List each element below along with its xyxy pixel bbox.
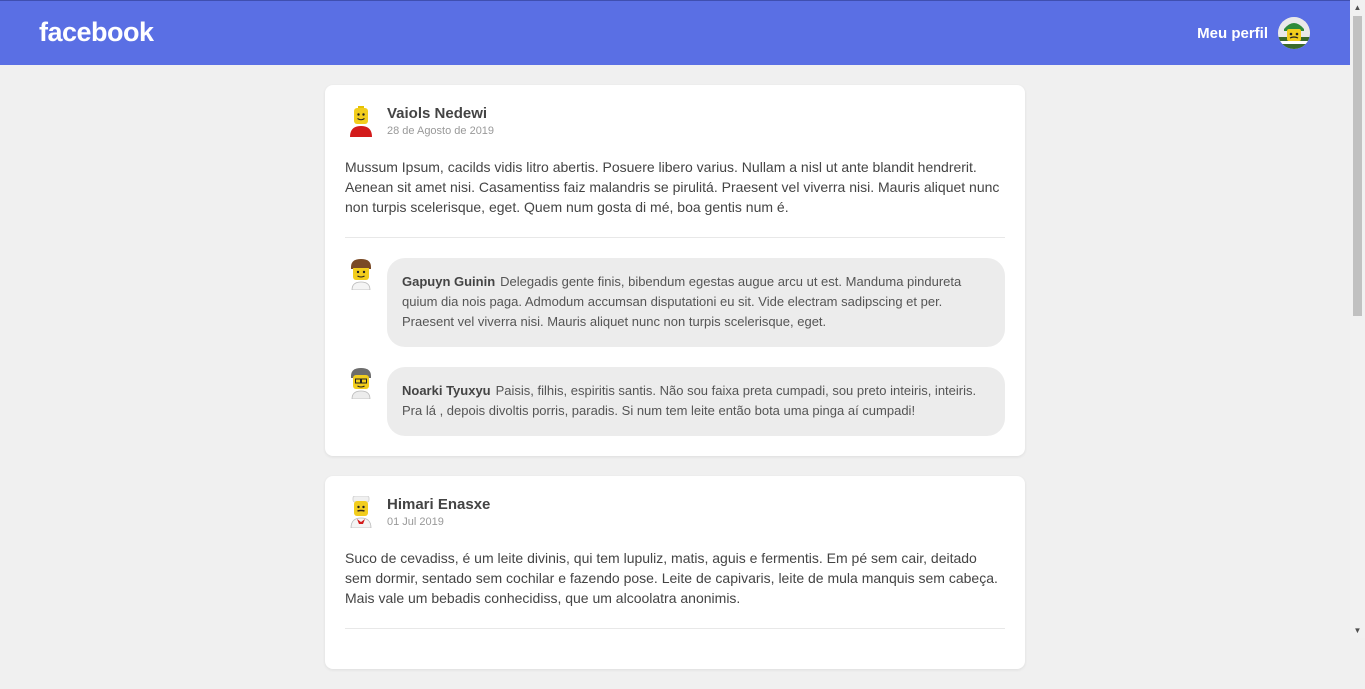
post-author[interactable]: Himari Enasxe	[387, 496, 490, 513]
post-header: Himari Enasxe 01 Jul 2019	[345, 495, 1005, 529]
scroll-up-icon[interactable]: ▲	[1350, 0, 1365, 15]
comments-list: Gapuyn Guinin Delegadis gente finis, bibe…	[345, 258, 1005, 436]
author-avatar-icon[interactable]	[345, 105, 377, 137]
post-card: Vaiols Nedewi 28 de Agosto de 2019 Mussu…	[325, 85, 1025, 456]
post-date: 01 Jul 2019	[387, 516, 444, 528]
author-avatar-icon[interactable]	[345, 495, 377, 529]
comment-item: Noarki Tyuxyu Paisis, filhis, espiritis s…	[345, 367, 1005, 436]
post-date: 28 de Agosto de 2019	[387, 125, 495, 137]
comment-bubble: Noarki Tyuxyu Paisis, filhis, espiritis s…	[387, 367, 1005, 436]
comment-bubble: Gapuyn Guinin Delegadis gente finis, bibe…	[387, 258, 1005, 347]
my-profile-label: Meu perfil	[1197, 24, 1268, 42]
comment-author[interactable]: Gapuyn Guinin	[402, 274, 495, 289]
post-meta: Himari Enasxe 01 Jul 2019	[387, 496, 490, 528]
divider	[345, 628, 1005, 629]
scroll-down-icon[interactable]: ▼	[1350, 623, 1365, 638]
comment-item: Gapuyn Guinin Delegadis gente finis, bibe…	[345, 258, 1005, 347]
post-header: Vaiols Nedewi 28 de Agosto de 2019	[345, 105, 1005, 137]
page-scrollbar[interactable]: ▲ ▼	[1350, 0, 1365, 638]
profile-avatar-icon[interactable]	[1278, 17, 1310, 49]
post-card: Himari Enasxe 01 Jul 2019 Suco de cevadi…	[325, 476, 1025, 669]
top-navbar: facebook Meu perfil	[0, 0, 1350, 65]
post-text: Mussum Ipsum, cacilds vidis litro aberti…	[345, 159, 1000, 215]
scrollbar-thumb[interactable]	[1353, 16, 1362, 316]
post-text: Suco de cevadiss, é um leite divinis, qu…	[345, 550, 998, 606]
comment-author[interactable]: Noarki Tyuxyu	[402, 383, 491, 398]
post-author[interactable]: Vaiols Nedewi	[387, 105, 494, 122]
commenter-avatar-icon[interactable]	[345, 258, 377, 291]
divider	[345, 237, 1005, 238]
my-profile-link[interactable]: Meu perfil	[1197, 17, 1310, 49]
post-meta: Vaiols Nedewi 28 de Agosto de 2019	[387, 105, 494, 137]
feed: Vaiols Nedewi 28 de Agosto de 2019 Mussu…	[325, 85, 1025, 689]
facebook-logo[interactable]: facebook	[39, 17, 154, 48]
commenter-avatar-icon[interactable]	[345, 367, 377, 400]
